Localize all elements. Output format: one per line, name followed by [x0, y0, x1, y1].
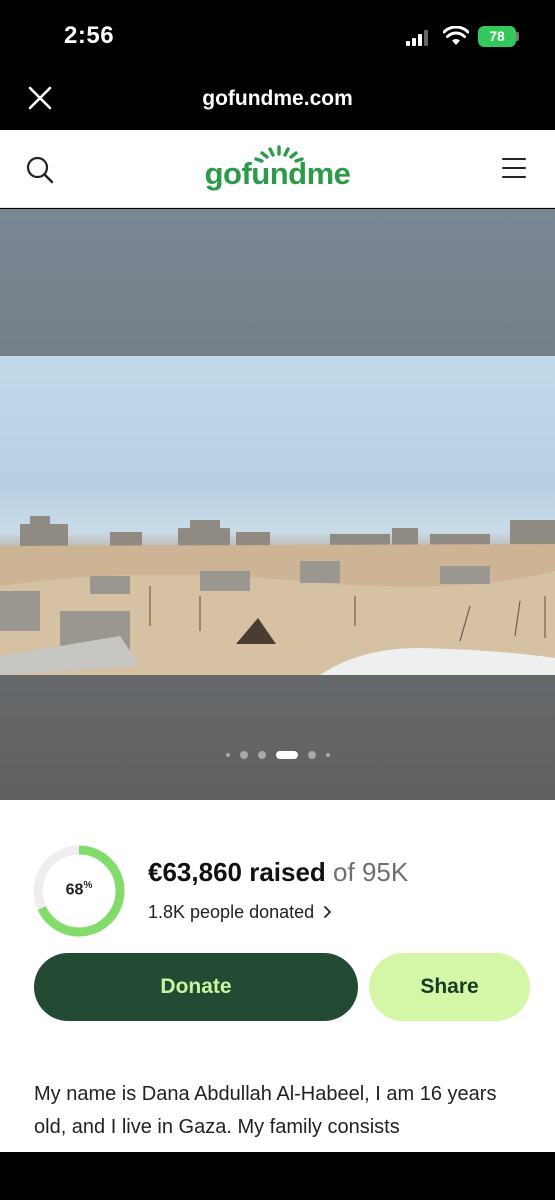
campaign-content: 68% €63,860 raised of 95K 1.8K people do… [0, 800, 555, 1152]
campaign-photo [0, 356, 555, 675]
carousel-dots [0, 751, 555, 761]
share-button[interactable]: Share [369, 953, 530, 1021]
carousel-dot[interactable] [257, 751, 266, 759]
donors-count: 1.8K people donated [148, 902, 315, 922]
signal-icon [406, 30, 432, 46]
progress-percent: 68% [65, 880, 93, 899]
wifi-icon [443, 26, 469, 45]
amount-raised: €63,860 raised of 95K [148, 857, 408, 888]
goal-amount: of 95K [333, 857, 409, 887]
site-header: gofundme [0, 130, 555, 208]
raised-amount: €63,860 raised [148, 857, 326, 887]
carousel-dot-active[interactable] [275, 751, 298, 759]
battery-level: 78 [489, 28, 505, 44]
campaign-story: My name is Dana Abdullah Al-Habeel, I am… [34, 1083, 497, 1138]
carousel-dot[interactable] [239, 751, 248, 759]
browser-bottom-bar [0, 1152, 555, 1200]
chevron-right-icon [324, 906, 332, 918]
donate-button[interactable]: Donate [34, 953, 358, 1021]
browser-domain: gofundme.com [202, 87, 353, 110]
battery-icon: 78 [478, 26, 516, 47]
battery-tip [516, 32, 519, 41]
progress-percent-value: 68 [65, 881, 84, 899]
gofundme-logo[interactable]: gofundme [0, 144, 555, 192]
donors-link[interactable]: 1.8K people donated [148, 902, 333, 923]
status-time: 2:56 [64, 22, 115, 49]
status-bar: 2:56 78 [0, 0, 555, 72]
browser-bar: gofundme.com [0, 72, 555, 130]
carousel-dot[interactable] [307, 751, 316, 759]
hero-carousel[interactable] [0, 209, 555, 819]
carousel-dot[interactable] [225, 753, 230, 757]
menu-icon[interactable] [502, 158, 528, 180]
carousel-dot[interactable] [325, 753, 330, 757]
campaign-photo-illustration [0, 516, 555, 675]
logo-sun-icon [254, 145, 304, 163]
